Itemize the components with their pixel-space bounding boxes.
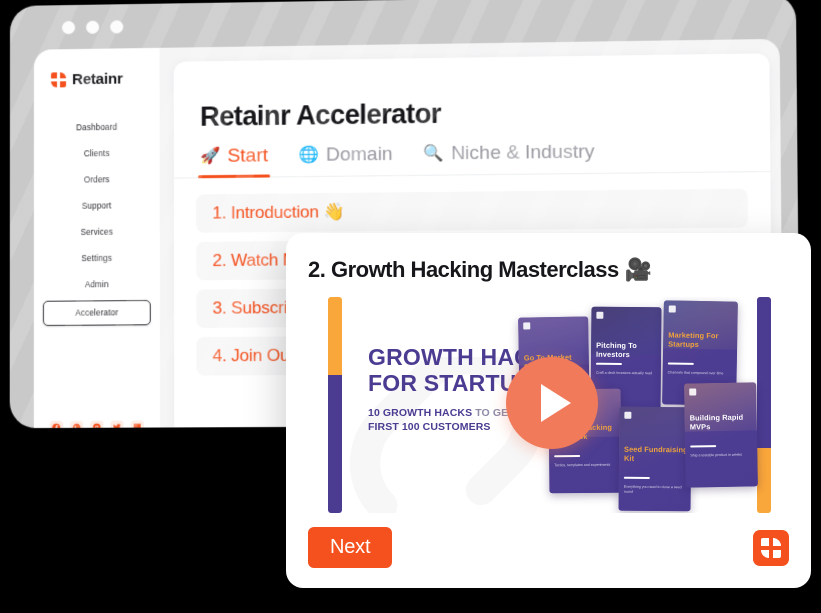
modal-footer: Next <box>308 527 789 568</box>
sidebar-item-settings[interactable]: Settings <box>34 244 160 271</box>
magnifier-icon: 🔍 <box>423 145 444 163</box>
modal-title: 2. Growth Hacking Masterclass 🎥 <box>308 257 789 283</box>
subheadline-bold: 10 GROWTH HACKS <box>368 406 473 419</box>
card-logo-icon <box>668 305 676 313</box>
minimize-dot-icon[interactable] <box>86 20 100 34</box>
sidebar-brand[interactable]: Retainr <box>34 70 160 89</box>
movie-camera-icon: 🎥 <box>624 257 652 282</box>
retainr-logo-icon <box>51 72 67 88</box>
tab-start-label: Start <box>227 145 269 167</box>
card-logo-icon <box>689 388 697 396</box>
sidebar-item-accelerator[interactable]: Accelerator <box>42 299 151 326</box>
whatsapp-icon[interactable] <box>70 420 84 429</box>
brand-name: Retainr <box>72 70 123 89</box>
facebook-icon[interactable] <box>49 420 64 429</box>
sidebar-item-admin[interactable]: Admin <box>34 271 160 298</box>
tab-niche-industry[interactable]: 🔍 Niche & Industry <box>421 137 596 175</box>
masterclass-modal: 2. Growth Hacking Masterclass 🎥 GROWTH H… <box>286 233 811 588</box>
sidebar-item-support[interactable]: Support <box>34 192 160 219</box>
rocket-icon: 🚀 <box>200 147 221 166</box>
play-button[interactable] <box>506 357 598 449</box>
booklet-title: Seed Fundraising Kit <box>623 444 688 464</box>
social-links <box>34 420 160 429</box>
booklet-title: Pitching To Investors <box>595 340 637 360</box>
modal-title-text: 2. Growth Hacking Masterclass <box>308 257 619 282</box>
subheadline-line-2: FIRST 100 CUSTOMERS <box>368 420 491 433</box>
card-logo-icon <box>624 411 632 419</box>
sidebar-item-services[interactable]: Services <box>34 218 160 245</box>
retainr-logo-icon <box>761 537 781 558</box>
traffic-lights <box>62 20 124 35</box>
sidebar-item-orders[interactable]: Orders <box>34 166 160 194</box>
sidebar-item-dashboard[interactable]: Dashboard <box>34 113 160 141</box>
next-button[interactable]: Next <box>308 527 393 568</box>
booklet-title: Marketing For Startups <box>668 330 719 350</box>
twitter-icon[interactable] <box>110 420 124 429</box>
globe-icon: 🌐 <box>298 146 319 165</box>
maximize-dot-icon[interactable] <box>110 20 124 34</box>
card-logo-icon <box>596 311 604 319</box>
list-item[interactable]: 1. Introduction 👋 <box>196 188 748 233</box>
booklet-title: Building Rapid MVPs <box>689 412 744 433</box>
page-title: Retainr Accelerator <box>200 98 441 132</box>
booklet-card: Building Rapid MVPs Ship a testable prod… <box>684 382 758 488</box>
sidebar: Retainr Dashboard Clients Orders Support… <box>33 47 161 429</box>
tab-domain[interactable]: 🌐 Domain <box>296 140 394 177</box>
sidebar-nav: Dashboard Clients Orders Support Service… <box>34 113 160 329</box>
retainr-logo-badge[interactable] <box>753 529 789 566</box>
booklet-card: Seed Fundraising Kit Everything you need… <box>618 406 692 512</box>
tab-niche-industry-label: Niche & Industry <box>450 141 595 165</box>
tab-domain-label: Domain <box>325 143 393 166</box>
play-triangle-icon <box>541 384 571 422</box>
tab-start[interactable]: 🚀 Start <box>198 141 270 177</box>
instagram-icon[interactable] <box>90 420 104 429</box>
sidebar-item-clients[interactable]: Clients <box>34 139 160 167</box>
accent-bar-left <box>328 297 342 513</box>
card-logo-icon <box>523 322 531 330</box>
linkedin-icon[interactable] <box>130 420 144 429</box>
video-thumbnail[interactable]: GROWTH HACKING FOR STARTUPS 10 GROWTH HA… <box>308 297 789 513</box>
close-dot-icon[interactable] <box>62 21 76 35</box>
